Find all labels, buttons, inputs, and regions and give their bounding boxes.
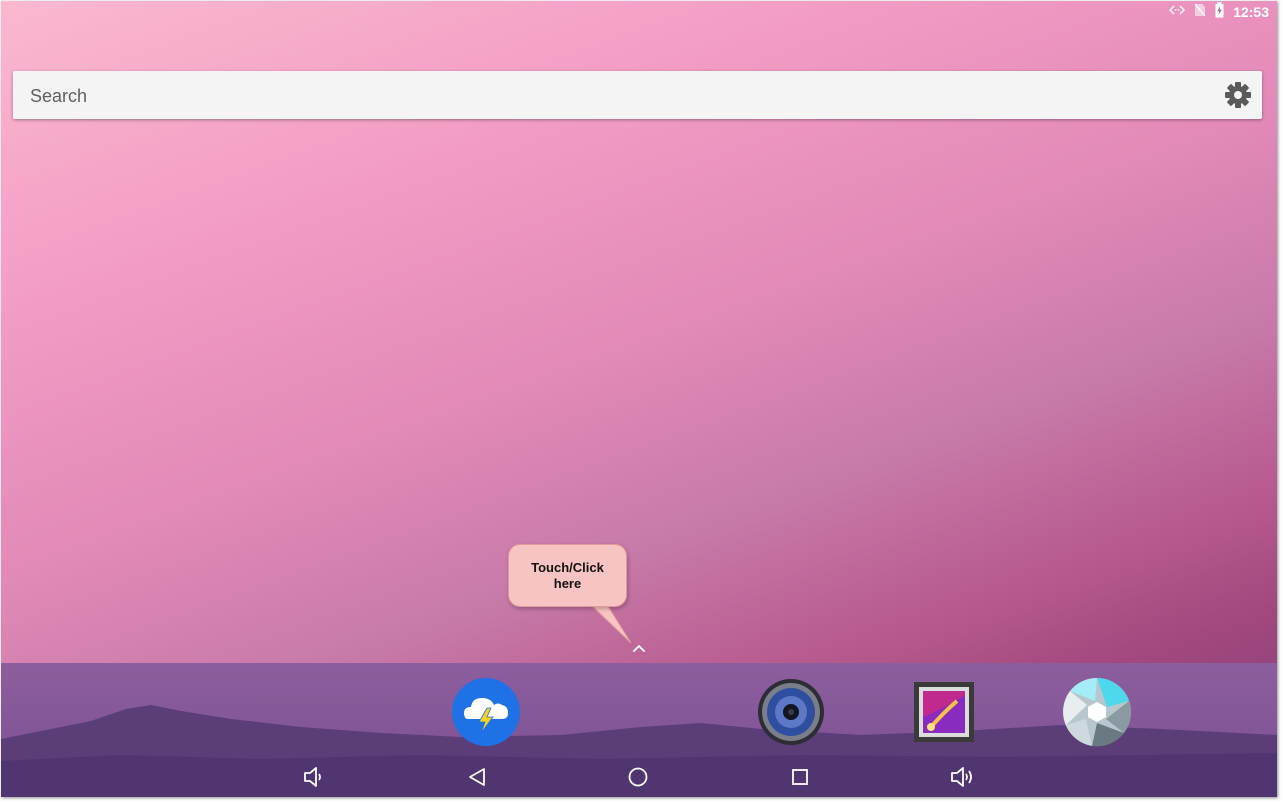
home-icon[interactable]: [625, 765, 651, 789]
back-icon[interactable]: [464, 765, 490, 789]
gear-icon[interactable]: [1224, 81, 1252, 109]
recents-icon[interactable]: [787, 765, 813, 789]
touch-here-callout: Touch/Click here: [508, 544, 627, 607]
dock: [1, 663, 1277, 797]
volume-up-icon[interactable]: [949, 765, 975, 789]
android-home-screen: 12:53 Search Touch/Click here: [1, 1, 1277, 797]
data-transfer-icon: [1169, 3, 1186, 21]
no-sim-icon: [1194, 3, 1206, 22]
callout-text: Touch/Click here: [531, 559, 604, 591]
chevron-up-icon[interactable]: [627, 639, 651, 657]
search-bar[interactable]: Search: [13, 71, 1262, 119]
gallery-picture-icon[interactable]: [909, 677, 979, 747]
volume-down-icon[interactable]: [301, 765, 327, 789]
speaker-music-icon[interactable]: [756, 677, 826, 747]
battery-charging-icon: [1215, 1, 1224, 23]
status-bar: 12:53: [1, 1, 1277, 23]
weather-storm-icon[interactable]: [451, 677, 521, 747]
search-placeholder[interactable]: Search: [30, 86, 87, 107]
clock: 12:53: [1233, 4, 1269, 20]
navigation-bar: [1, 757, 1277, 797]
status-icons: 12:53: [1169, 1, 1269, 23]
camera-aperture-icon[interactable]: [1062, 677, 1132, 747]
